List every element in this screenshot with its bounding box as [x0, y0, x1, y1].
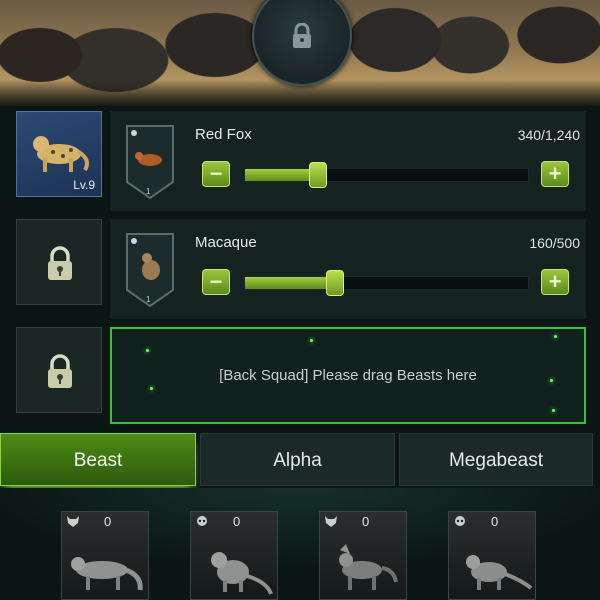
wolf-icon	[67, 516, 79, 527]
monkey-icon	[197, 516, 207, 526]
sparkle	[150, 387, 153, 390]
decrease-button[interactable]: −	[202, 161, 230, 187]
increase-button[interactable]: +	[541, 161, 569, 187]
leader-slot[interactable]: Lv.9	[16, 111, 102, 197]
locked-slot[interactable]	[16, 219, 102, 305]
beast-count: 0	[233, 514, 241, 529]
locked-slot[interactable]	[16, 327, 102, 413]
back-squad-drop-zone[interactable]: [Back Squad] Please drag Beasts here	[110, 327, 586, 424]
beast-count: 0	[104, 514, 112, 529]
slider-fill	[245, 277, 336, 289]
sparkle	[554, 335, 557, 338]
squad-row-1	[110, 111, 586, 211]
beast-card[interactable]: 0	[190, 511, 278, 600]
lock-icon	[293, 23, 311, 48]
monkey-icon	[455, 516, 465, 526]
beast-count: 0	[491, 514, 499, 529]
tab-megabeast[interactable]: Megabeast	[399, 433, 593, 486]
shield-number: 1	[146, 295, 151, 304]
troop-slider[interactable]	[244, 168, 529, 182]
slider-handle[interactable]	[309, 162, 328, 188]
sparkle	[550, 379, 553, 382]
squad-row-2	[110, 219, 586, 319]
tab-beast[interactable]: Beast	[0, 433, 196, 486]
slider-fill	[245, 169, 319, 181]
sparkle	[552, 409, 555, 412]
lock-icon	[48, 354, 72, 388]
beast-name: Macaque	[195, 234, 257, 251]
beast-figure	[466, 555, 533, 590]
troop-count: 160/500	[529, 235, 580, 251]
beast-card[interactable]: 0	[61, 511, 149, 600]
troop-count: 340/1,240	[517, 127, 580, 143]
troop-slider[interactable]	[244, 276, 529, 290]
wolf-icon	[325, 516, 337, 527]
beast-count: 0	[362, 514, 370, 529]
increase-button[interactable]: +	[541, 269, 569, 295]
shield-number: 1	[146, 187, 151, 196]
lock-icon	[48, 246, 72, 280]
beast-name: Red Fox	[195, 126, 252, 143]
sparkle	[310, 339, 313, 342]
beast-card[interactable]: 0	[448, 511, 536, 600]
leader-level: Lv.9	[73, 178, 95, 192]
beast-figure	[339, 544, 398, 590]
beast-figure	[71, 557, 143, 591]
tab-alpha[interactable]: Alpha	[200, 433, 395, 486]
beast-figure	[211, 552, 273, 595]
slider-handle[interactable]	[326, 270, 345, 296]
sparkle	[146, 349, 149, 352]
decrease-button[interactable]: −	[202, 269, 230, 295]
beast-card[interactable]: 0	[319, 511, 407, 600]
drop-zone-hint: [Back Squad] Please drag Beasts here	[219, 367, 477, 384]
